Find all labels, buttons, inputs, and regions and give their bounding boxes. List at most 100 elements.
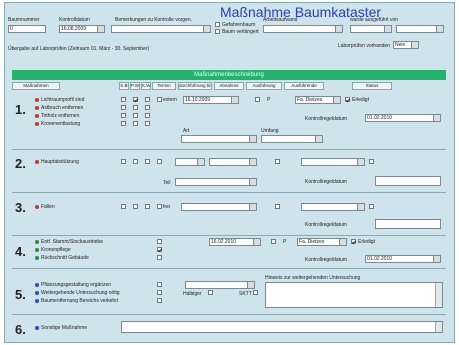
s2-select-2[interactable] bbox=[209, 158, 257, 166]
s4-checkbox[interactable] bbox=[157, 255, 162, 260]
scrollbar[interactable] bbox=[435, 322, 442, 332]
s2-checkbox[interactable] bbox=[157, 159, 162, 164]
s3-checkbox[interactable] bbox=[369, 204, 374, 209]
s1-item-4: Kronenentlastung bbox=[41, 121, 81, 127]
s2-kontroll-input[interactable] bbox=[375, 176, 441, 186]
s3-kontroll-input[interactable] bbox=[375, 219, 441, 229]
s3-item-1: Fällen bbox=[41, 204, 55, 210]
s6-sonstige-textarea[interactable] bbox=[121, 321, 443, 333]
bullet-icon bbox=[35, 283, 39, 287]
s1-checkbox[interactable] bbox=[133, 105, 138, 110]
s1-p-label: P bbox=[267, 97, 271, 103]
s4-kontroll-select[interactable]: 01.02.2010 bbox=[365, 255, 441, 263]
s4-checkbox[interactable] bbox=[157, 239, 162, 244]
s2-teil-select[interactable] bbox=[175, 178, 257, 186]
s5-checkbox[interactable] bbox=[157, 298, 162, 303]
s3-frei-label: frei bbox=[163, 204, 170, 210]
s3-frei-checkbox[interactable] bbox=[157, 204, 162, 209]
s1-checkbox[interactable] bbox=[145, 105, 150, 110]
s2-item-1: Hauptabstützung bbox=[41, 159, 79, 165]
s5-sktt-checkbox[interactable] bbox=[253, 290, 258, 295]
baumnummer-label: Baumnummer bbox=[8, 17, 40, 23]
scrollbar[interactable] bbox=[435, 283, 442, 307]
ausgefuehrt-select-2[interactable] bbox=[396, 25, 444, 33]
s1-umfang-select[interactable] bbox=[261, 135, 323, 143]
s2-checkbox[interactable] bbox=[369, 159, 374, 164]
s1-sb-checkbox[interactable] bbox=[121, 97, 126, 102]
s1-kontroll-label: Kontrollregeldatum bbox=[305, 116, 347, 122]
s5-checkbox[interactable] bbox=[157, 290, 162, 295]
s4-date-select[interactable]: 16.02.2010 bbox=[209, 238, 261, 246]
s1-extern-checkbox[interactable] bbox=[157, 97, 162, 102]
s5-haelbiger-checkbox[interactable] bbox=[208, 290, 213, 295]
s4-item-3: Rückschnitt Gebäude bbox=[41, 255, 89, 261]
gefahrenbaum-checkbox[interactable] bbox=[215, 22, 220, 27]
kontrolldatum-label: Kontrolldatum bbox=[59, 17, 90, 23]
s5-checkbox[interactable] bbox=[157, 282, 162, 287]
baumnummer-field[interactable]: 0 bbox=[8, 25, 46, 33]
bullet-icon bbox=[35, 256, 39, 260]
s4-firma-select[interactable]: Fa. Dietzes bbox=[297, 238, 347, 246]
header-massnahmen: Maßnahmen bbox=[12, 82, 60, 90]
form-window: Maßnahme Baumkataster Baumnummer 0 Kontr… bbox=[4, 2, 455, 343]
s1-checkbox[interactable] bbox=[145, 113, 150, 118]
bullet-icon bbox=[35, 114, 39, 118]
s2-checkbox[interactable] bbox=[275, 159, 280, 164]
s3-firma-select[interactable] bbox=[301, 203, 365, 211]
section-divider bbox=[12, 268, 446, 269]
s5-hinweis-textarea[interactable] bbox=[265, 282, 443, 308]
section-3-number: 3. bbox=[15, 200, 26, 215]
arbeitsaufwand-select[interactable] bbox=[263, 25, 343, 33]
header-durchfuehrung: durchführung bis bbox=[178, 82, 212, 90]
s4-erledigt-checkbox[interactable] bbox=[351, 239, 356, 244]
s1-date-select[interactable]: 16.10.2009 bbox=[183, 96, 239, 104]
s1-art-select[interactable] bbox=[181, 135, 257, 143]
s1-firma-select[interactable]: Fa. Dietzes bbox=[295, 96, 341, 104]
s3-checkbox[interactable] bbox=[275, 204, 280, 209]
s1-checkbox[interactable] bbox=[145, 121, 150, 126]
gefahrenbaum-label: Gefahrenbaum bbox=[222, 22, 256, 28]
s1-kw-checkbox[interactable] bbox=[145, 97, 150, 102]
s4-p-checkbox[interactable] bbox=[271, 239, 276, 244]
s4-p-label: P bbox=[283, 239, 287, 245]
s2-checkbox[interactable] bbox=[145, 159, 150, 164]
s4-item-2: Kronenpflege bbox=[41, 247, 71, 253]
s1-item-2: Astbruch entfernen bbox=[41, 105, 84, 111]
s1-p-checkbox[interactable] bbox=[255, 97, 260, 102]
bullet-icon bbox=[35, 240, 39, 244]
s3-checkbox[interactable] bbox=[145, 204, 150, 209]
header-ausfuehrung: Ausführung bbox=[246, 82, 282, 90]
s1-kontroll-select[interactable]: 01.02.2010 bbox=[365, 114, 441, 122]
s1-umfang-label: Umfang bbox=[261, 128, 279, 134]
bemerkungen-select[interactable] bbox=[111, 25, 211, 33]
s1-checkbox[interactable] bbox=[121, 105, 126, 110]
s1-checkbox[interactable] bbox=[133, 121, 138, 126]
s2-firma-select[interactable] bbox=[301, 158, 365, 166]
s2-checkbox[interactable] bbox=[133, 159, 138, 164]
s3-checkbox[interactable] bbox=[121, 204, 126, 209]
ausgefuehrt-select-1[interactable] bbox=[350, 25, 392, 33]
s5-hinweis-label: Hinweis zur weitergehenden Untersuchung bbox=[265, 275, 361, 281]
bullet-icon bbox=[35, 98, 39, 102]
bullet-icon bbox=[35, 205, 39, 209]
baum-verlaengert-checkbox[interactable] bbox=[215, 29, 220, 34]
section-2-number: 2. bbox=[15, 156, 26, 171]
s2-kontroll-label: Kontrollregeldatum bbox=[305, 179, 347, 185]
s3-kontroll-label: Kontrollregeldatum bbox=[305, 222, 347, 228]
section-6-number: 6. bbox=[15, 322, 26, 337]
kontrolldatum-select[interactable]: 16.08.2009 bbox=[59, 25, 105, 33]
uebergabe-text: Übergabe auf Laborprüfen (Zeitraum 01. M… bbox=[8, 46, 150, 52]
s1-checkbox[interactable] bbox=[133, 113, 138, 118]
s3-select[interactable] bbox=[181, 203, 257, 211]
s4-kronenpflege-checkbox[interactable] bbox=[157, 247, 162, 252]
s1-checkbox[interactable] bbox=[121, 121, 126, 126]
s1-checkbox[interactable] bbox=[121, 113, 126, 118]
section-divider bbox=[12, 235, 446, 236]
s5-select[interactable] bbox=[185, 281, 255, 289]
s1-pw-checkbox[interactable] bbox=[133, 97, 138, 102]
s3-checkbox[interactable] bbox=[133, 204, 138, 209]
s1-erledigt-checkbox[interactable] bbox=[345, 97, 350, 102]
laborpruefen-select[interactable]: Nein bbox=[393, 41, 419, 49]
s2-checkbox[interactable] bbox=[121, 159, 126, 164]
s2-select-1[interactable] bbox=[175, 158, 205, 166]
